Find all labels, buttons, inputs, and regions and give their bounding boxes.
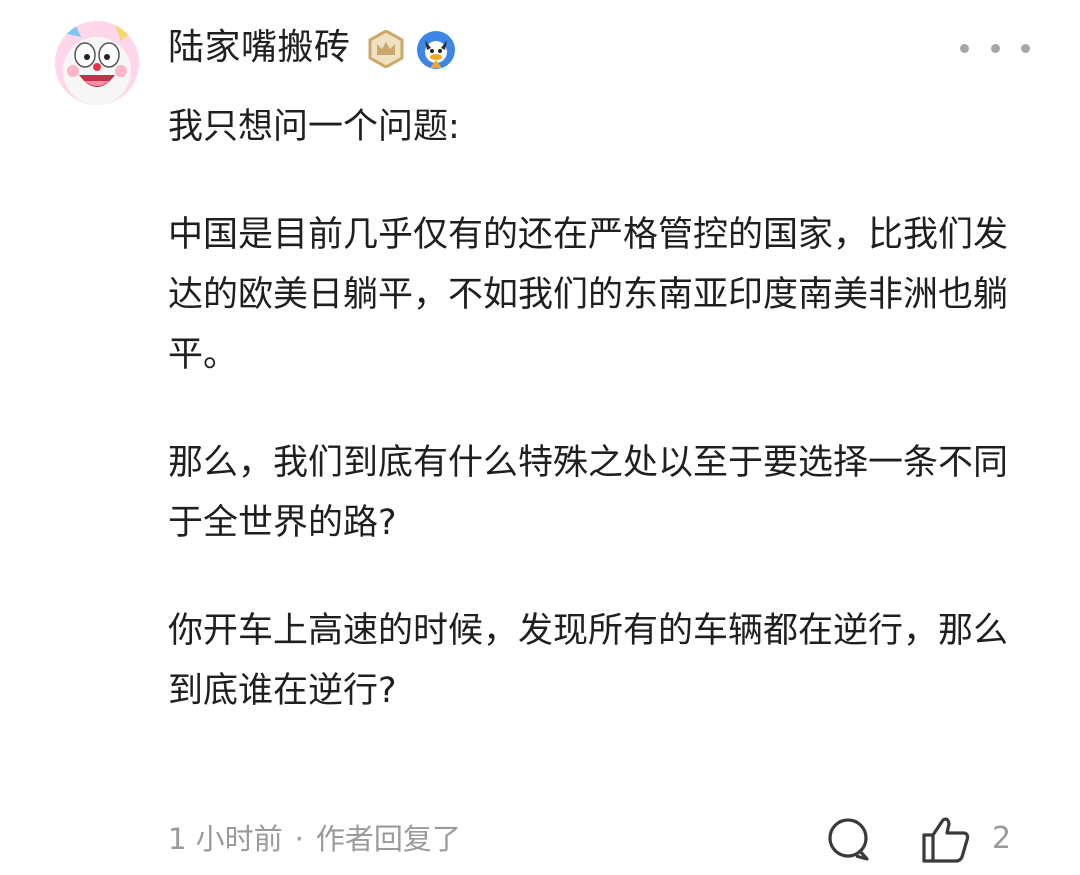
like-count: 2 [992,821,1012,856]
timestamp: 1 小时前 [168,822,283,856]
thumbs-up-icon[interactable] [920,815,972,865]
comment-body: 我只想问一个问题: 中国是目前几乎仅有的还在严格管控的国家，比我们发达的欧美日躺… [168,97,1030,721]
comment-meta: 1 小时前 · 作者回复了 [168,815,461,863]
comment-paragraph: 那么，我们到底有什么特殊之处以至于要选择一条不同于全世界的路? [168,443,1009,543]
comment-paragraph: 我只想问一个问题: [168,107,460,147]
cartoon-cat-avatar-icon [55,21,139,105]
author-replied-link[interactable]: 作者回复了 [316,815,461,863]
duck-badge-icon[interactable] [416,30,456,70]
comment-bubble-icon[interactable] [826,817,872,863]
user-avatar[interactable] [55,21,139,105]
more-dots-icon [990,43,1000,53]
more-options-button[interactable] [960,33,1030,63]
more-dots-icon [1021,43,1030,53]
comment-paragraph: 你开车上高速的时候，发现所有的车辆都在逆行，那么到底谁在逆行? [168,611,1009,711]
username[interactable]: 陆家嘴搬砖 [168,26,351,70]
crown-badge-icon[interactable] [367,30,405,68]
meta-separator: · [294,822,304,856]
comment-paragraph: 中国是目前几乎仅有的还在严格管控的国家，比我们发达的欧美日躺平，不如我们的东南亚… [168,215,1009,375]
more-dots-icon [960,43,969,53]
